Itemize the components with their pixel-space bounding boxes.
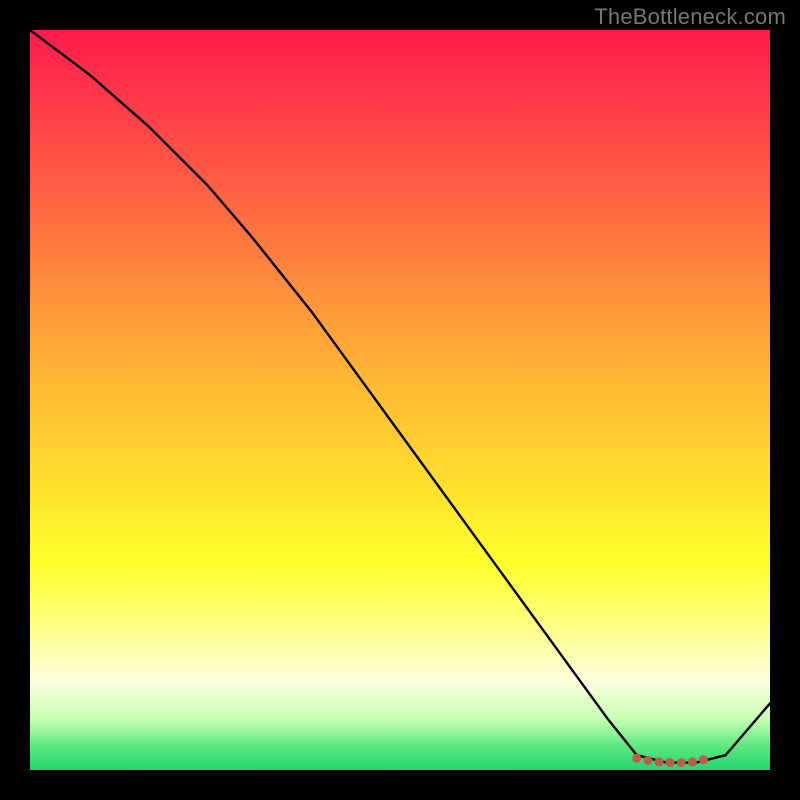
trough-dot <box>688 757 697 766</box>
data-curve <box>30 30 770 763</box>
trough-dot <box>655 757 664 766</box>
watermark-text: TheBottleneck.com <box>594 4 786 30</box>
chart-container: TheBottleneck.com <box>0 0 800 800</box>
trough-dot <box>643 756 652 765</box>
trough-dot <box>677 758 686 767</box>
trough-dot <box>699 755 708 764</box>
trough-dot <box>632 754 641 763</box>
plot-area <box>30 30 770 770</box>
line-chart <box>30 30 770 770</box>
trough-dot <box>666 758 675 767</box>
